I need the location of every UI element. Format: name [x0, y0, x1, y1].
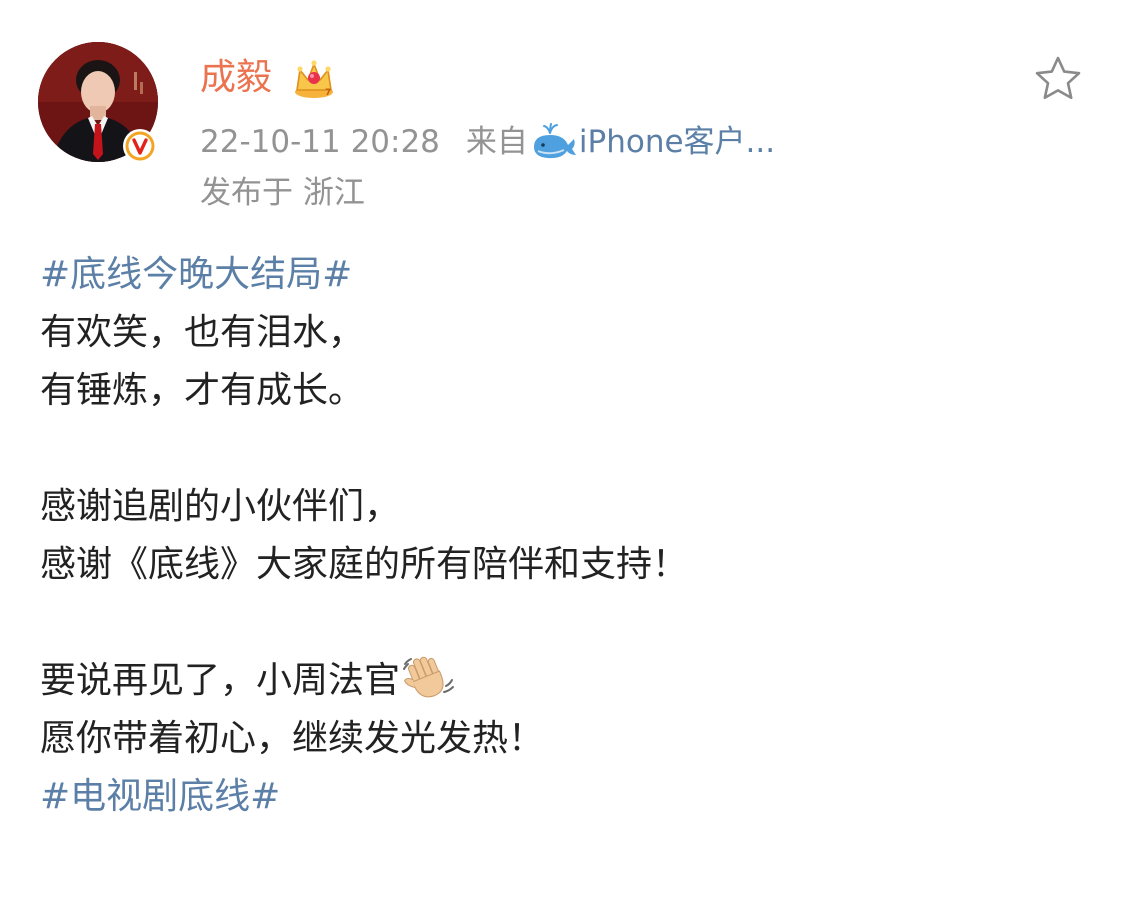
content-text: 要说再见了，小周法官: [40, 660, 401, 701]
content-line: 有欢笑，也有泪水，: [40, 312, 365, 353]
post-content: #底线今晚大结局# 有欢笑，也有泪水， 有锤炼，才有成长。 感谢追剧的小伙伴们，…: [40, 246, 1100, 826]
verified-badge-icon: [122, 128, 158, 164]
post-location: 发布于 浙江: [200, 175, 365, 211]
svg-text:7: 7: [325, 88, 331, 98]
favorite-star-icon[interactable]: [1032, 54, 1084, 104]
weibo-post-card: 成毅 7 22-10-11 20:28 来自 iPhone客户... 发布于 浙…: [0, 0, 1125, 923]
author-name[interactable]: 成毅: [200, 56, 272, 100]
post-timestamp[interactable]: 22-10-11 20:28: [200, 121, 440, 163]
weibo-whale-icon: [530, 123, 578, 161]
content-line: 有锤炼，才有成长。: [40, 370, 365, 411]
author-avatar[interactable]: [38, 42, 160, 164]
source-prefix: 来自: [465, 124, 528, 160]
source-link[interactable]: iPhone客户...: [579, 121, 775, 163]
content-line: 感谢追剧的小伙伴们，: [40, 486, 401, 527]
waving-hand-icon: [400, 652, 456, 700]
content-line-with-emoji: 要说再见了，小周法官: [40, 652, 1100, 710]
post-meta: 22-10-11 20:28 来自 iPhone客户...: [200, 121, 775, 163]
hashtag-link[interactable]: #底线今晚大结局#: [40, 254, 352, 295]
hashtag-link[interactable]: #电视剧底线#: [40, 776, 280, 817]
content-line: 愿你带着初心，继续发光发热！: [40, 718, 545, 759]
content-line: 感谢《底线》大家庭的所有陪伴和支持！: [40, 544, 689, 585]
crown-icon[interactable]: 7: [292, 58, 336, 100]
